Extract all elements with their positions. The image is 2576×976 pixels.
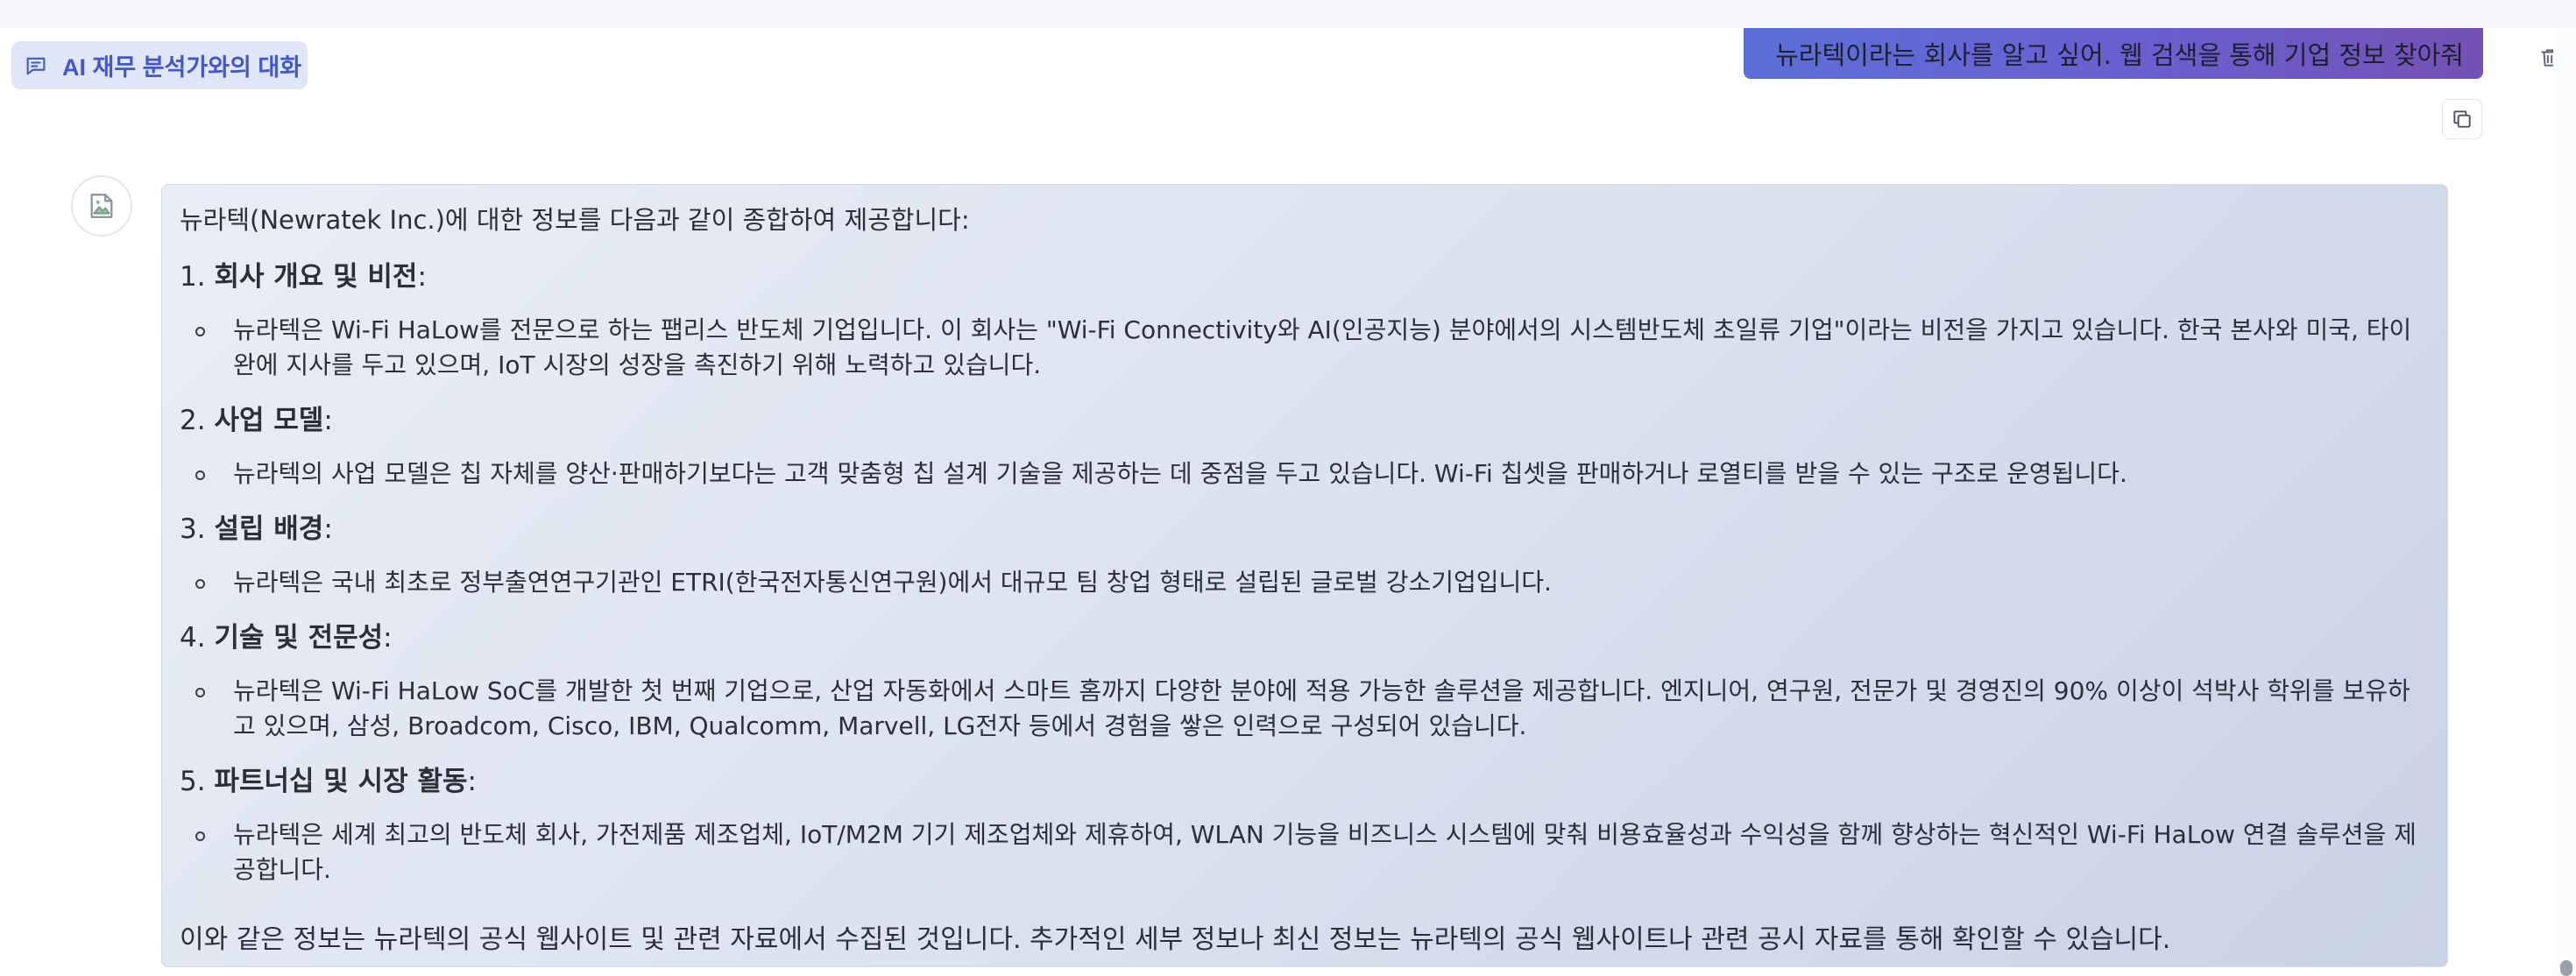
section-bullet: 뉴라텍은 Wi-Fi HaLow SoC를 개발한 첫 번째 기업으로, 산업 … (182, 674, 2428, 744)
bullet-circle-icon (195, 688, 205, 697)
bullet-circle-icon (195, 470, 205, 480)
section-heading: 4. 기술 및 전문성: (180, 622, 393, 654)
section-bullet: 뉴라텍은 Wi-Fi HaLow를 전문으로 하는 팹리스 반도체 기업입니다.… (182, 313, 2428, 383)
copy-message-button[interactable] (2442, 99, 2482, 139)
section-bullet: 뉴라텍은 세계 최고의 반도체 회사, 가전제품 제조업체, IoT/M2M 기… (182, 817, 2428, 888)
section-title: 사업 모델 (214, 405, 324, 436)
copy-icon (2453, 110, 2471, 128)
chat-title: AI 재무 분석가와의 대화 (62, 54, 302, 81)
section-title: 기술 및 전문성 (214, 622, 384, 654)
chat-bubble-icon (26, 57, 46, 74)
scrollbar-track[interactable] (2553, 28, 2576, 976)
section-title: 파트너십 및 시장 활동 (214, 766, 468, 797)
section-heading: 5. 파트너십 및 시장 활동: (180, 766, 477, 797)
user-message-text: 뉴라텍이라는 회사를 알고 싶어. 웹 검색을 통해 기업 정보 찾아줘 (1775, 40, 2464, 70)
section-heading: 3. 설립 배경: (180, 513, 333, 545)
answer-outro: 이와 같은 정보는 뉴라텍의 공식 웹사이트 및 관련 자료에서 수집된 것입니… (180, 924, 2171, 955)
user-message-bubble: 뉴라텍이라는 회사를 알고 싶어. 웹 검색을 통해 기업 정보 찾아줘 (1744, 28, 2483, 79)
broken-image-icon (90, 194, 113, 218)
answer-intro: 뉴라텍(Newratek Inc.)에 대한 정보를 다음과 같이 종합하여 제… (180, 205, 970, 235)
section-title: 설립 배경 (214, 513, 324, 545)
bullet-circle-icon (195, 831, 205, 841)
scrollbar-thumb[interactable] (2560, 960, 2572, 976)
section-bullet: 뉴라텍은 국내 최초로 정부출연연구기관인 ETRI(한국전자통신연구원)에서 … (182, 565, 2428, 600)
top-bar (0, 0, 2576, 28)
section-title: 회사 개요 및 비전 (214, 261, 418, 293)
assistant-avatar (71, 175, 132, 237)
bullet-circle-icon (195, 327, 205, 336)
section-heading: 1. 회사 개요 및 비전: (180, 261, 427, 293)
assistant-answer: 뉴라텍(Newratek Inc.)에 대한 정보를 다음과 같이 종합하여 제… (161, 184, 2448, 967)
section-heading: 2. 사업 모델: (180, 405, 333, 436)
section-bullet: 뉴라텍의 사업 모델은 칩 자체를 양산·판매하기보다는 고객 맞춤형 칩 설계… (182, 456, 2428, 492)
bullet-circle-icon (195, 579, 205, 589)
chat-title-badge[interactable]: AI 재무 분석가와의 대화 (11, 41, 308, 89)
